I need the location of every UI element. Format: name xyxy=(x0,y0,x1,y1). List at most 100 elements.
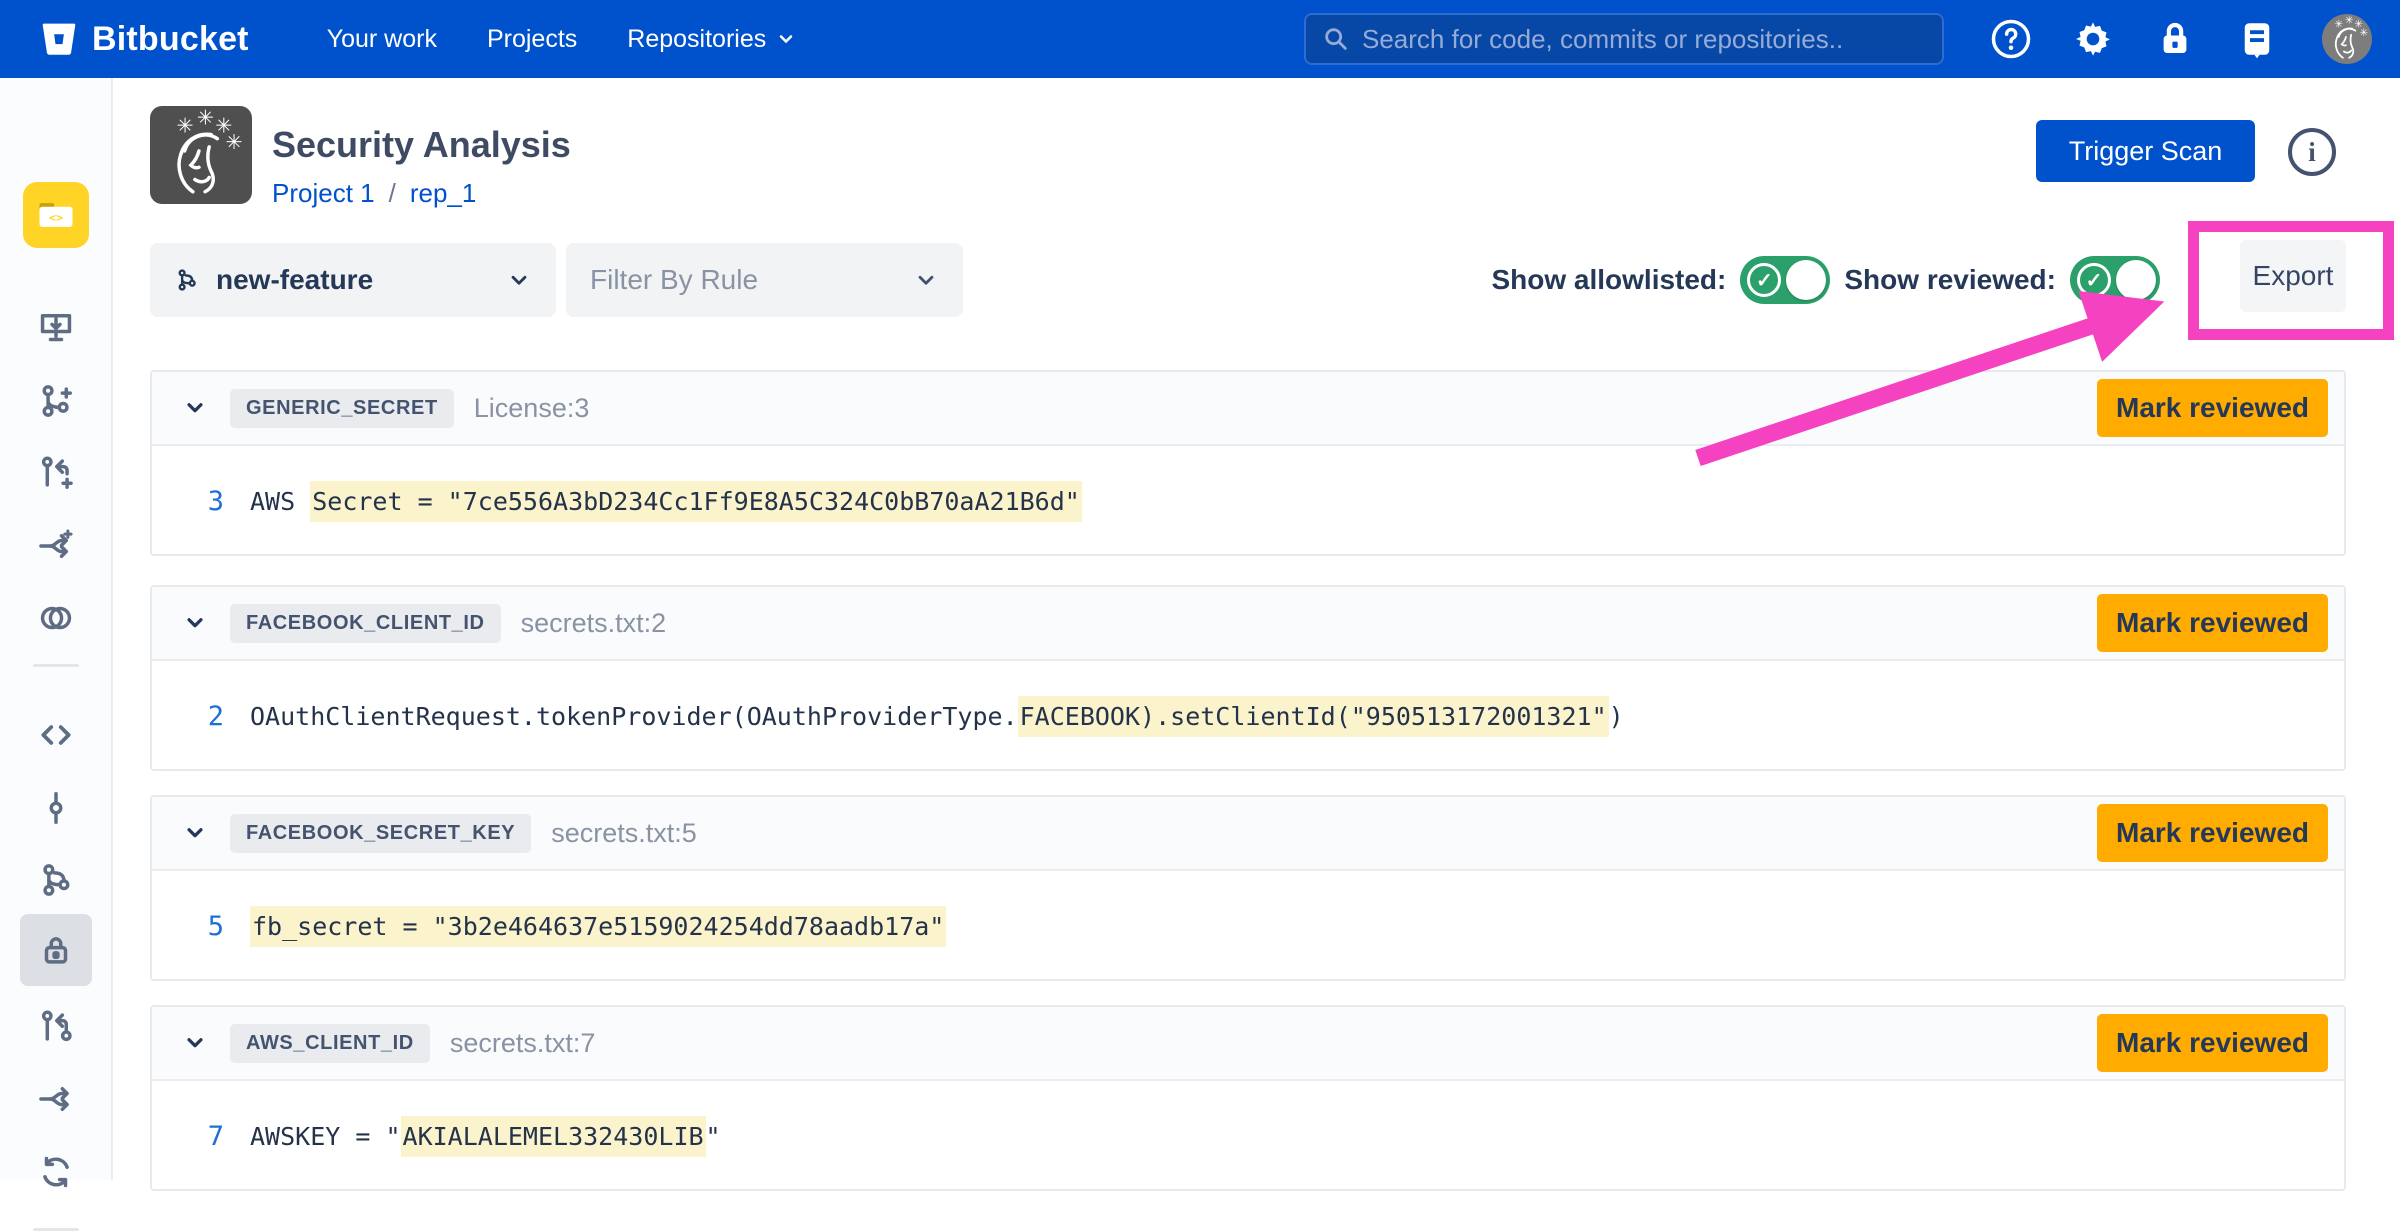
toggle-group: Show allowlisted: ✓ Show reviewed: ✓ xyxy=(1480,249,2160,311)
venn-icon xyxy=(37,599,75,637)
pull-requests-icon xyxy=(37,1008,75,1046)
sidebar-item-security[interactable] xyxy=(20,914,92,986)
code-line: fb_secret = "3b2e464637e5159024254dd78aa… xyxy=(250,912,946,941)
branch-selected-value: new-feature xyxy=(216,264,373,296)
toggle-knob xyxy=(1786,260,1826,300)
branch-icon xyxy=(174,267,200,293)
sidebar-item-commits[interactable] xyxy=(24,776,88,840)
svg-text:✳: ✳ xyxy=(226,130,243,154)
svg-text:✳: ✳ xyxy=(197,106,214,129)
rule-badge: AWS_CLIENT_ID xyxy=(230,1024,430,1063)
check-icon: ✓ xyxy=(2077,263,2111,297)
finding-header: FACEBOOK_SECRET_KEY secrets.txt:5 Mark r… xyxy=(152,797,2344,871)
secret-highlight: AKIALALEMEL332430LIB xyxy=(401,1116,706,1157)
mark-reviewed-button[interactable]: Mark reviewed xyxy=(2097,594,2328,652)
gear-icon[interactable] xyxy=(2070,16,2116,62)
feedback-icon[interactable] xyxy=(2234,16,2280,62)
security-lock-icon xyxy=(37,931,75,969)
user-avatar[interactable]: ✳✳✳✳ xyxy=(2322,14,2372,64)
show-allowlisted-toggle[interactable]: ✓ xyxy=(1740,256,1830,304)
sidebar-item-venn[interactable] xyxy=(24,586,88,650)
source-code-icon xyxy=(37,716,75,754)
rule-badge: FACEBOOK_SECRET_KEY xyxy=(230,814,531,853)
code-line: OAuthClientRequest.tokenProvider(OAuthPr… xyxy=(250,702,1624,731)
chevron-down-icon xyxy=(776,29,796,49)
repository-sidebar: <> xyxy=(0,78,113,1180)
global-search[interactable] xyxy=(1304,13,1944,65)
secret-highlight: FACEBOOK).setClientId("950513172001321" xyxy=(1018,696,1609,737)
branch-selector-dropdown[interactable]: new-feature xyxy=(150,243,556,317)
search-input[interactable] xyxy=(1362,24,1926,55)
svg-text:✳: ✳ xyxy=(2345,14,2354,26)
sidebar-item-sync[interactable] xyxy=(24,1140,88,1204)
chevron-down-icon[interactable] xyxy=(180,393,210,423)
show-reviewed-toggle[interactable]: ✓ xyxy=(2070,256,2160,304)
chevron-down-icon xyxy=(506,267,532,293)
search-icon xyxy=(1322,25,1350,53)
sidebar-divider xyxy=(33,664,79,667)
code-line-number: 5 xyxy=(192,911,224,942)
finding-header: GENERIC_SECRET License:3 Mark reviewed xyxy=(152,372,2344,446)
sidebar-item-pull-requests[interactable] xyxy=(24,995,88,1059)
create-branch-icon xyxy=(37,382,75,420)
code-line-number: 2 xyxy=(192,701,224,732)
breadcrumb-separator: / xyxy=(389,178,396,209)
repo-avatar[interactable]: <> xyxy=(23,182,89,248)
finding-card: FACEBOOK_SECRET_KEY secrets.txt:5 Mark r… xyxy=(150,795,2346,981)
create-pull-request-icon xyxy=(37,454,75,492)
rule-filter-placeholder: Filter By Rule xyxy=(590,264,758,296)
folder-code-icon: <> xyxy=(34,193,78,237)
svg-text:✳: ✳ xyxy=(2335,19,2344,31)
info-icon[interactable]: i xyxy=(2288,128,2336,176)
chevron-down-icon[interactable] xyxy=(180,818,210,848)
chevron-down-icon xyxy=(913,267,939,293)
nav-item-your-work[interactable]: Your work xyxy=(327,25,437,54)
finding-card: FACEBOOK_CLIENT_ID secrets.txt:2 Mark re… xyxy=(150,585,2346,771)
page-avatar: ✳✳✳✳ xyxy=(150,106,252,204)
forks-icon xyxy=(37,1080,75,1118)
code-line-number: 3 xyxy=(192,486,224,517)
rule-badge: GENERIC_SECRET xyxy=(230,389,454,428)
finding-card: AWS_CLIENT_ID secrets.txt:7 Mark reviewe… xyxy=(150,1005,2346,1191)
finding-code-row: 7 AWSKEY = "AKIALALEMEL332430LIB" xyxy=(152,1081,2344,1191)
top-navigation: Bitbucket Your work Projects Repositorie… xyxy=(0,0,2400,78)
sidebar-item-create-pull-request[interactable] xyxy=(24,441,88,505)
mark-reviewed-button[interactable]: Mark reviewed xyxy=(2097,379,2328,437)
finding-location: secrets.txt:7 xyxy=(450,1028,596,1059)
svg-text:✳: ✳ xyxy=(2360,27,2369,39)
breadcrumb-repo-link[interactable]: rep_1 xyxy=(410,178,477,209)
nav-item-repositories[interactable]: Repositories xyxy=(627,25,796,54)
svg-text:<>: <> xyxy=(48,210,62,224)
finding-code-row: 5 fb_secret = "3b2e464637e5159024254dd78… xyxy=(152,871,2344,981)
mark-reviewed-button[interactable]: Mark reviewed xyxy=(2097,1014,2328,1072)
sidebar-item-forks[interactable] xyxy=(24,1067,88,1131)
lock-icon[interactable] xyxy=(2152,16,2198,62)
mark-reviewed-button[interactable]: Mark reviewed xyxy=(2097,804,2328,862)
brand-name: Bitbucket xyxy=(92,20,249,59)
finding-location: License:3 xyxy=(474,393,590,424)
avatar-face-art-icon: ✳✳✳✳ xyxy=(150,106,252,204)
help-icon[interactable] xyxy=(1988,16,2034,62)
toggle-knob xyxy=(2116,260,2156,300)
commits-icon xyxy=(37,789,75,827)
sidebar-item-clone[interactable] xyxy=(24,294,88,358)
sidebar-item-source[interactable] xyxy=(24,703,88,767)
sidebar-item-compare[interactable] xyxy=(24,514,88,578)
nav-item-projects[interactable]: Projects xyxy=(487,25,577,54)
sidebar-item-branches[interactable] xyxy=(24,848,88,912)
secret-highlight: Secret = "7ce556A3bD234Cc1Ff9E8A5C324C0b… xyxy=(310,481,1082,522)
trigger-scan-button[interactable]: Trigger Scan xyxy=(2036,120,2255,182)
show-allowlisted-label: Show allowlisted: xyxy=(1491,264,1726,296)
sync-icon xyxy=(37,1153,75,1191)
chevron-down-icon[interactable] xyxy=(180,608,210,638)
show-reviewed-label: Show reviewed: xyxy=(1844,264,2056,296)
filter-by-rule-dropdown[interactable]: Filter By Rule xyxy=(566,243,963,317)
breadcrumb-project-link[interactable]: Project 1 xyxy=(272,178,375,209)
nav-links: Your work Projects Repositories xyxy=(327,25,797,54)
export-button[interactable]: Export xyxy=(2240,240,2346,312)
secret-highlight: fb_secret = "3b2e464637e5159024254dd78aa… xyxy=(250,906,946,947)
chevron-down-icon[interactable] xyxy=(180,1028,210,1058)
sidebar-item-create-branch[interactable] xyxy=(24,369,88,433)
bitbucket-logo[interactable]: Bitbucket xyxy=(38,18,249,60)
page-title: Security Analysis xyxy=(272,124,571,166)
